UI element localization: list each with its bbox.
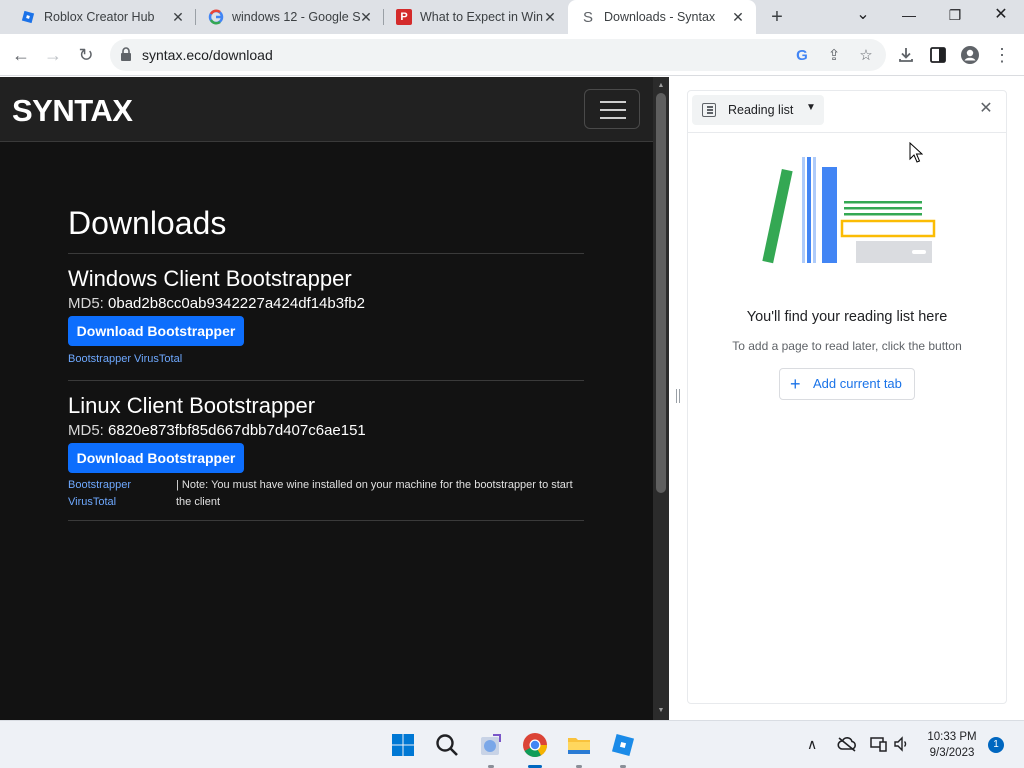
tab-search-chevron-icon[interactable]: ⌄ <box>840 0 886 30</box>
hamburger-menu-icon[interactable] <box>584 89 640 129</box>
page-title: Downloads <box>68 205 227 241</box>
notification-badge[interactable]: 1 <box>988 737 1004 753</box>
back-arrow-icon[interactable]: ← <box>8 42 34 68</box>
clock-date: 9/3/2023 <box>929 747 975 759</box>
download-linux-bootstrapper-button[interactable]: Download Bootstrapper <box>68 443 244 473</box>
google-icon <box>208 9 224 25</box>
scroll-up-arrow-icon[interactable]: ▲ <box>653 79 669 93</box>
roblox-studio-icon[interactable] <box>609 731 637 759</box>
app-installer-icon[interactable] <box>477 731 505 759</box>
browser-toolbar: ← → ↻ syntax.eco/download G ⇪ ☆ ⋮ <box>0 34 1024 76</box>
tab-close-icon[interactable]: ✕ <box>170 9 186 25</box>
reading-list-panel: Reading list ▼ ✕ You'll find your readin… <box>687 90 1007 704</box>
windows-virustotal-link[interactable]: Bootstrapper VirusTotal <box>68 351 182 368</box>
tab-close-icon[interactable]: ✕ <box>730 9 746 25</box>
google-translate-icon[interactable]: G <box>792 46 812 66</box>
reload-icon[interactable]: ↻ <box>73 42 99 68</box>
onedrive-offline-icon[interactable] <box>837 736 857 755</box>
profile-avatar-icon[interactable] <box>958 43 982 67</box>
tab-downloads-syntax[interactable]: S Downloads - Syntax ✕ <box>568 0 756 34</box>
web-page: SYNTAX Downloads Windows Client Bootstra… <box>0 77 653 720</box>
tab-roblox-creator-hub[interactable]: Roblox Creator Hub ✕ <box>8 0 196 34</box>
system-clock[interactable]: 10:33 PM 9/3/2023 <box>918 729 986 761</box>
resize-grip-icon <box>676 389 680 403</box>
reading-list-illustration-icon <box>762 157 936 264</box>
file-explorer-icon[interactable] <box>565 731 593 759</box>
tab-close-icon[interactable]: ✕ <box>542 9 558 25</box>
tab-close-icon[interactable]: ✕ <box>358 9 374 25</box>
side-panel-resize-handle[interactable] <box>669 77 687 720</box>
close-side-panel-icon[interactable]: ✕ <box>976 99 996 119</box>
dropdown-arrow-icon: ▼ <box>806 102 816 113</box>
bookmark-star-icon[interactable]: ☆ <box>856 46 876 66</box>
syntax-icon: S <box>582 8 593 26</box>
show-hidden-icons-chevron-icon[interactable]: ∧ <box>807 736 817 753</box>
tab-title: What to Expect in Win <box>420 10 543 24</box>
linux-virustotal-link[interactable]: Bootstrapper VirusTotal <box>68 477 160 511</box>
windows-taskbar: ∧ 10:33 PM 9/3/2023 1 <box>0 720 1024 768</box>
side-panel-title: Reading list <box>728 103 794 117</box>
empty-state-title: You'll find your reading list here <box>746 309 948 325</box>
close-window-button[interactable]: ✕ <box>978 0 1024 30</box>
section-title-linux: Linux Client Bootstrapper <box>68 393 316 418</box>
address-bar[interactable]: syntax.eco/download G ⇪ ☆ <box>110 39 886 71</box>
side-panel-selector[interactable]: Reading list ▼ <box>692 95 824 125</box>
add-current-tab-button[interactable]: + Add current tab <box>779 368 915 400</box>
chrome-icon[interactable] <box>521 731 549 759</box>
clock-time: 10:33 PM <box>927 731 977 743</box>
tab-title: Roblox Creator Hub <box>44 10 155 24</box>
tab-what-to-expect[interactable]: P What to Expect in Win ✕ <box>384 0 568 34</box>
windows-start-icon[interactable] <box>389 731 417 759</box>
scrollbar-thumb[interactable] <box>656 93 666 493</box>
share-icon[interactable]: ⇪ <box>824 46 844 66</box>
tab-title: Downloads - Syntax <box>604 10 716 24</box>
reading-list-icon <box>702 103 716 117</box>
new-tab-button[interactable]: + <box>765 6 789 28</box>
page-scrollbar[interactable]: ▲ ▼ <box>653 77 669 720</box>
forward-arrow-icon[interactable]: → <box>40 42 66 68</box>
network-icon[interactable] <box>870 736 888 755</box>
md5-windows: MD5: 0bad2b8cc0ab9342227a424df14b3fb2 <box>68 295 365 312</box>
wine-note: | Note: You must have wine installed on … <box>176 479 573 508</box>
tab-title: windows 12 - Google S <box>232 10 361 24</box>
minimize-button[interactable]: — <box>886 0 932 30</box>
pcmag-icon: P <box>396 9 412 25</box>
search-icon[interactable] <box>433 731 461 759</box>
empty-state-subtitle: To add a page to read later, click the b… <box>732 339 962 353</box>
url-text: syntax.eco/download <box>142 47 273 63</box>
menu-kebab-icon[interactable]: ⋮ <box>990 43 1014 67</box>
volume-icon[interactable] <box>893 736 911 755</box>
site-navbar: SYNTAX <box>0 77 653 142</box>
section-title-windows: Windows Client Bootstrapper <box>68 266 352 291</box>
downloads-icon[interactable] <box>894 43 918 67</box>
lock-icon <box>120 47 134 63</box>
restore-button[interactable]: ❐ <box>932 0 978 30</box>
md5-linux: MD5: 6820e873fbf85d667dbb7d407c6ae151 <box>68 422 366 439</box>
site-logo[interactable]: SYNTAX <box>12 93 133 129</box>
scroll-down-arrow-icon[interactable]: ▼ <box>653 704 669 718</box>
mouse-cursor-icon <box>909 142 923 163</box>
side-panel-icon[interactable] <box>926 43 950 67</box>
tab-windows-12-google[interactable]: windows 12 - Google S ✕ <box>196 0 384 34</box>
download-windows-bootstrapper-button[interactable]: Download Bootstrapper <box>68 316 244 346</box>
tab-strip: Roblox Creator Hub ✕ windows 12 - Google… <box>0 0 1024 34</box>
plus-icon: + <box>790 374 801 394</box>
roblox-icon <box>20 9 36 25</box>
